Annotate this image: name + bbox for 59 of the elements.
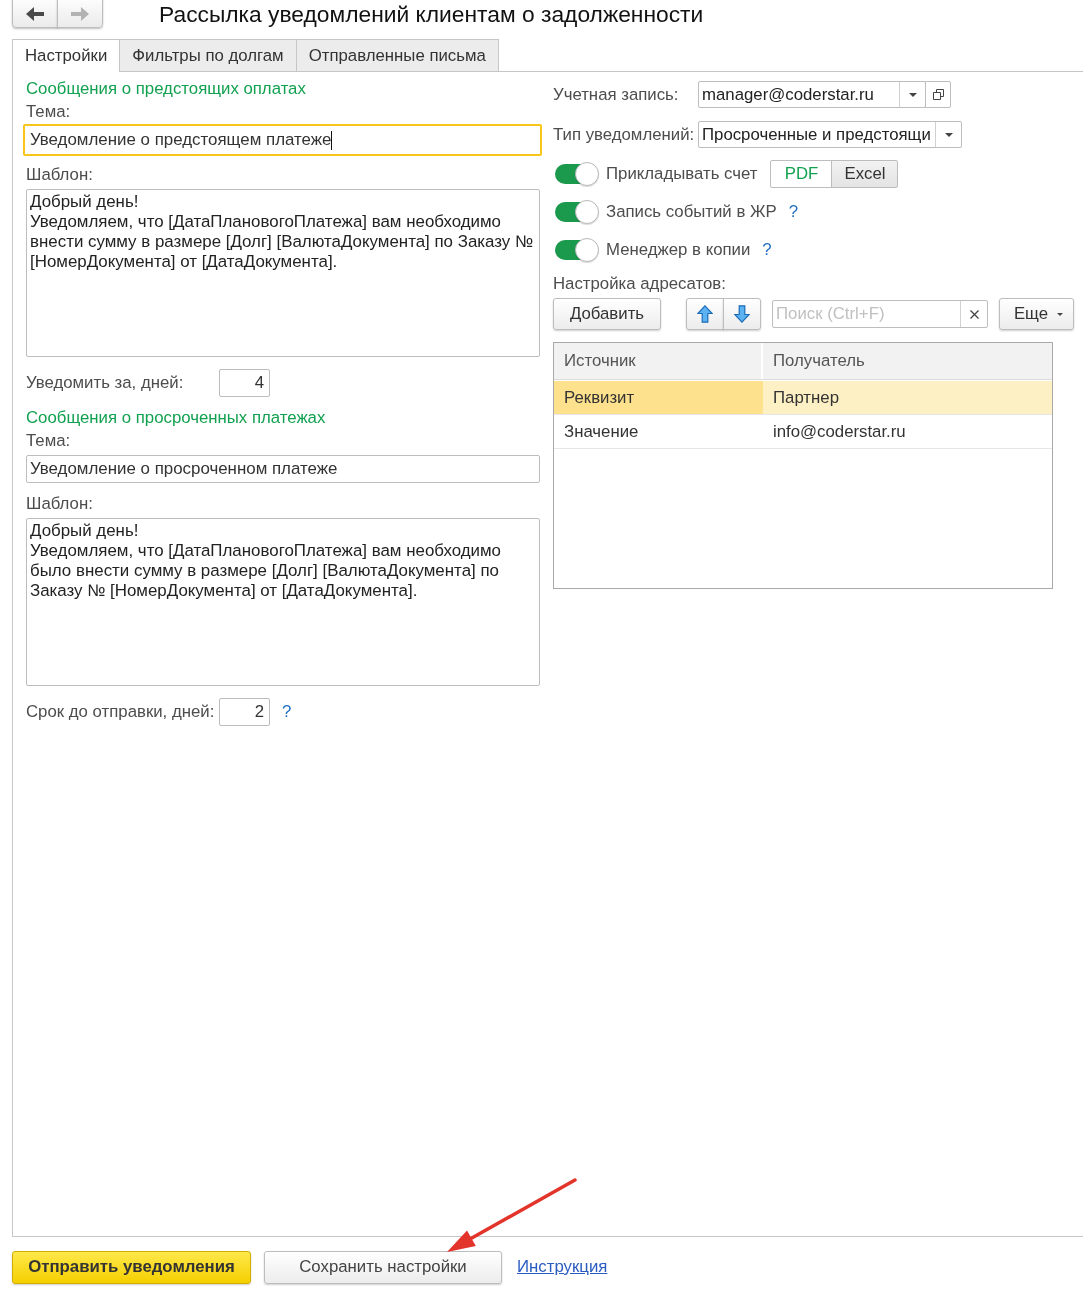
more-button[interactable]: Еще xyxy=(999,298,1074,330)
arrow-right-icon xyxy=(71,7,89,21)
table-cell-text: Партнер xyxy=(772,386,840,409)
switch-label: Прикладывать счет xyxy=(606,164,758,184)
template-field[interactable]: Добрый день! Уведомляем, что [ДатаПлановогоПлатежа] вам необходимо было внести сумму в размере [Долг] [ВалютаДокумента] по Заказу № [НомерДокумента] от [ДатаДокумента]. xyxy=(26,518,540,686)
notification-type-field[interactable]: Просроченные и предстоящи xyxy=(698,121,962,148)
open-button[interactable] xyxy=(925,81,951,108)
table-cell: Реквизит xyxy=(554,381,763,414)
field-label: Шаблон: xyxy=(26,166,94,184)
field-label: Тип уведомлений: xyxy=(553,124,696,145)
field-label: Учетная запись: xyxy=(553,84,680,105)
field-label: Срок до отправки, дней: xyxy=(26,702,216,722)
field-label: Тема: xyxy=(26,103,72,121)
help-link[interactable]: ? xyxy=(282,703,292,721)
template-field[interactable]: Добрый день! Уведомляем, что [ДатаПлановогоПлатежа] вам необходимо внести сумму в размере [Долг] [ВалютаДокумента] по Заказу № [НомерДокумента] от [ДатаДокумента]. xyxy=(26,189,540,357)
back-button[interactable] xyxy=(12,0,58,28)
subject-field[interactable]: Уведомление о просроченном платеже xyxy=(26,455,540,483)
table-cell-text: info@coderstar.ru xyxy=(772,420,907,443)
close-icon xyxy=(969,309,979,319)
window-title: Рассылка уведомлений клиентам о задолженности xyxy=(159,0,704,28)
tab[interactable]: Фильтры по долгам xyxy=(119,39,297,71)
field-label: Настройка адресатов: xyxy=(553,275,727,293)
days-field[interactable]: 2 xyxy=(219,698,270,726)
move-down-button[interactable] xyxy=(723,298,761,330)
tab[interactable]: Отправленные письма xyxy=(295,39,499,71)
arrow-left-icon xyxy=(26,7,44,21)
switch-label: Менеджер в копии xyxy=(606,240,751,260)
field-label: Тема: xyxy=(26,432,72,450)
copy-window-icon xyxy=(932,89,944,100)
caret-down-icon xyxy=(1057,312,1064,316)
format-button[interactable]: Excel xyxy=(831,160,899,188)
field-label: Шаблон: xyxy=(26,495,94,513)
column-header[interactable]: Источник xyxy=(554,343,763,379)
tab[interactable]: Настройки xyxy=(12,39,121,72)
account-field[interactable]: manager@coderstar.ru xyxy=(698,81,926,108)
toggle-switch[interactable] xyxy=(555,162,599,186)
arrow-up-icon xyxy=(697,305,713,323)
section-heading: Сообщения о предстоящих оплатах xyxy=(26,80,307,98)
move-up-button[interactable] xyxy=(686,298,724,330)
caret-down-icon xyxy=(908,92,917,97)
help-link[interactable]: ? xyxy=(788,203,799,221)
add-button[interactable]: Добавить xyxy=(553,298,661,330)
toggle-switch[interactable] xyxy=(555,200,599,224)
subject-field[interactable]: Уведомление о предстоящем платеже xyxy=(23,124,542,156)
table-row[interactable]: Реквизит Партнер xyxy=(554,381,1052,415)
field-label: Уведомить за, дней: xyxy=(26,373,185,393)
table-cell-text: Значение xyxy=(563,420,640,443)
column-header[interactable]: Получатель xyxy=(763,343,1052,379)
section-heading: Сообщения о просроченных платежах xyxy=(26,409,327,427)
caret-down-icon xyxy=(944,132,953,137)
days-field[interactable]: 4 xyxy=(219,369,270,397)
save-button[interactable]: Сохранить настройки xyxy=(264,1250,502,1284)
help-link[interactable]: ? xyxy=(762,241,772,259)
toggle-switch[interactable] xyxy=(555,238,599,262)
switch-label: Запись событий в ЖР xyxy=(606,202,777,222)
send-button[interactable]: Отправить уведомления xyxy=(12,1250,251,1284)
instructions-link[interactable]: Инструкция xyxy=(517,1257,608,1277)
text-cursor-icon xyxy=(331,130,333,150)
arrow-down-icon xyxy=(734,305,750,323)
